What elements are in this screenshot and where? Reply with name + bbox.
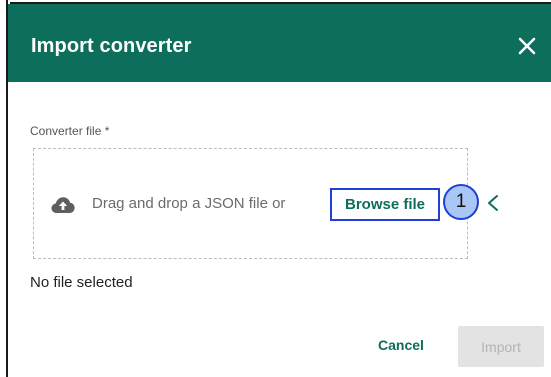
import-button[interactable]: Import [458,326,544,367]
browse-file-button[interactable]: Browse file [330,188,440,221]
cancel-button[interactable]: Cancel [378,337,424,353]
dialog-title: Import converter [31,35,192,57]
dialog-header: Import converter [8,4,551,82]
converter-file-label: Converter file * [30,124,110,138]
close-icon[interactable] [515,34,539,58]
chevron-left-icon[interactable] [485,193,499,213]
drop-instructions: Drag and drop a JSON file or [92,195,286,212]
cloud-upload-icon [51,196,75,214]
step-marker: 1 [443,184,479,220]
file-status-text: No file selected [30,274,133,291]
